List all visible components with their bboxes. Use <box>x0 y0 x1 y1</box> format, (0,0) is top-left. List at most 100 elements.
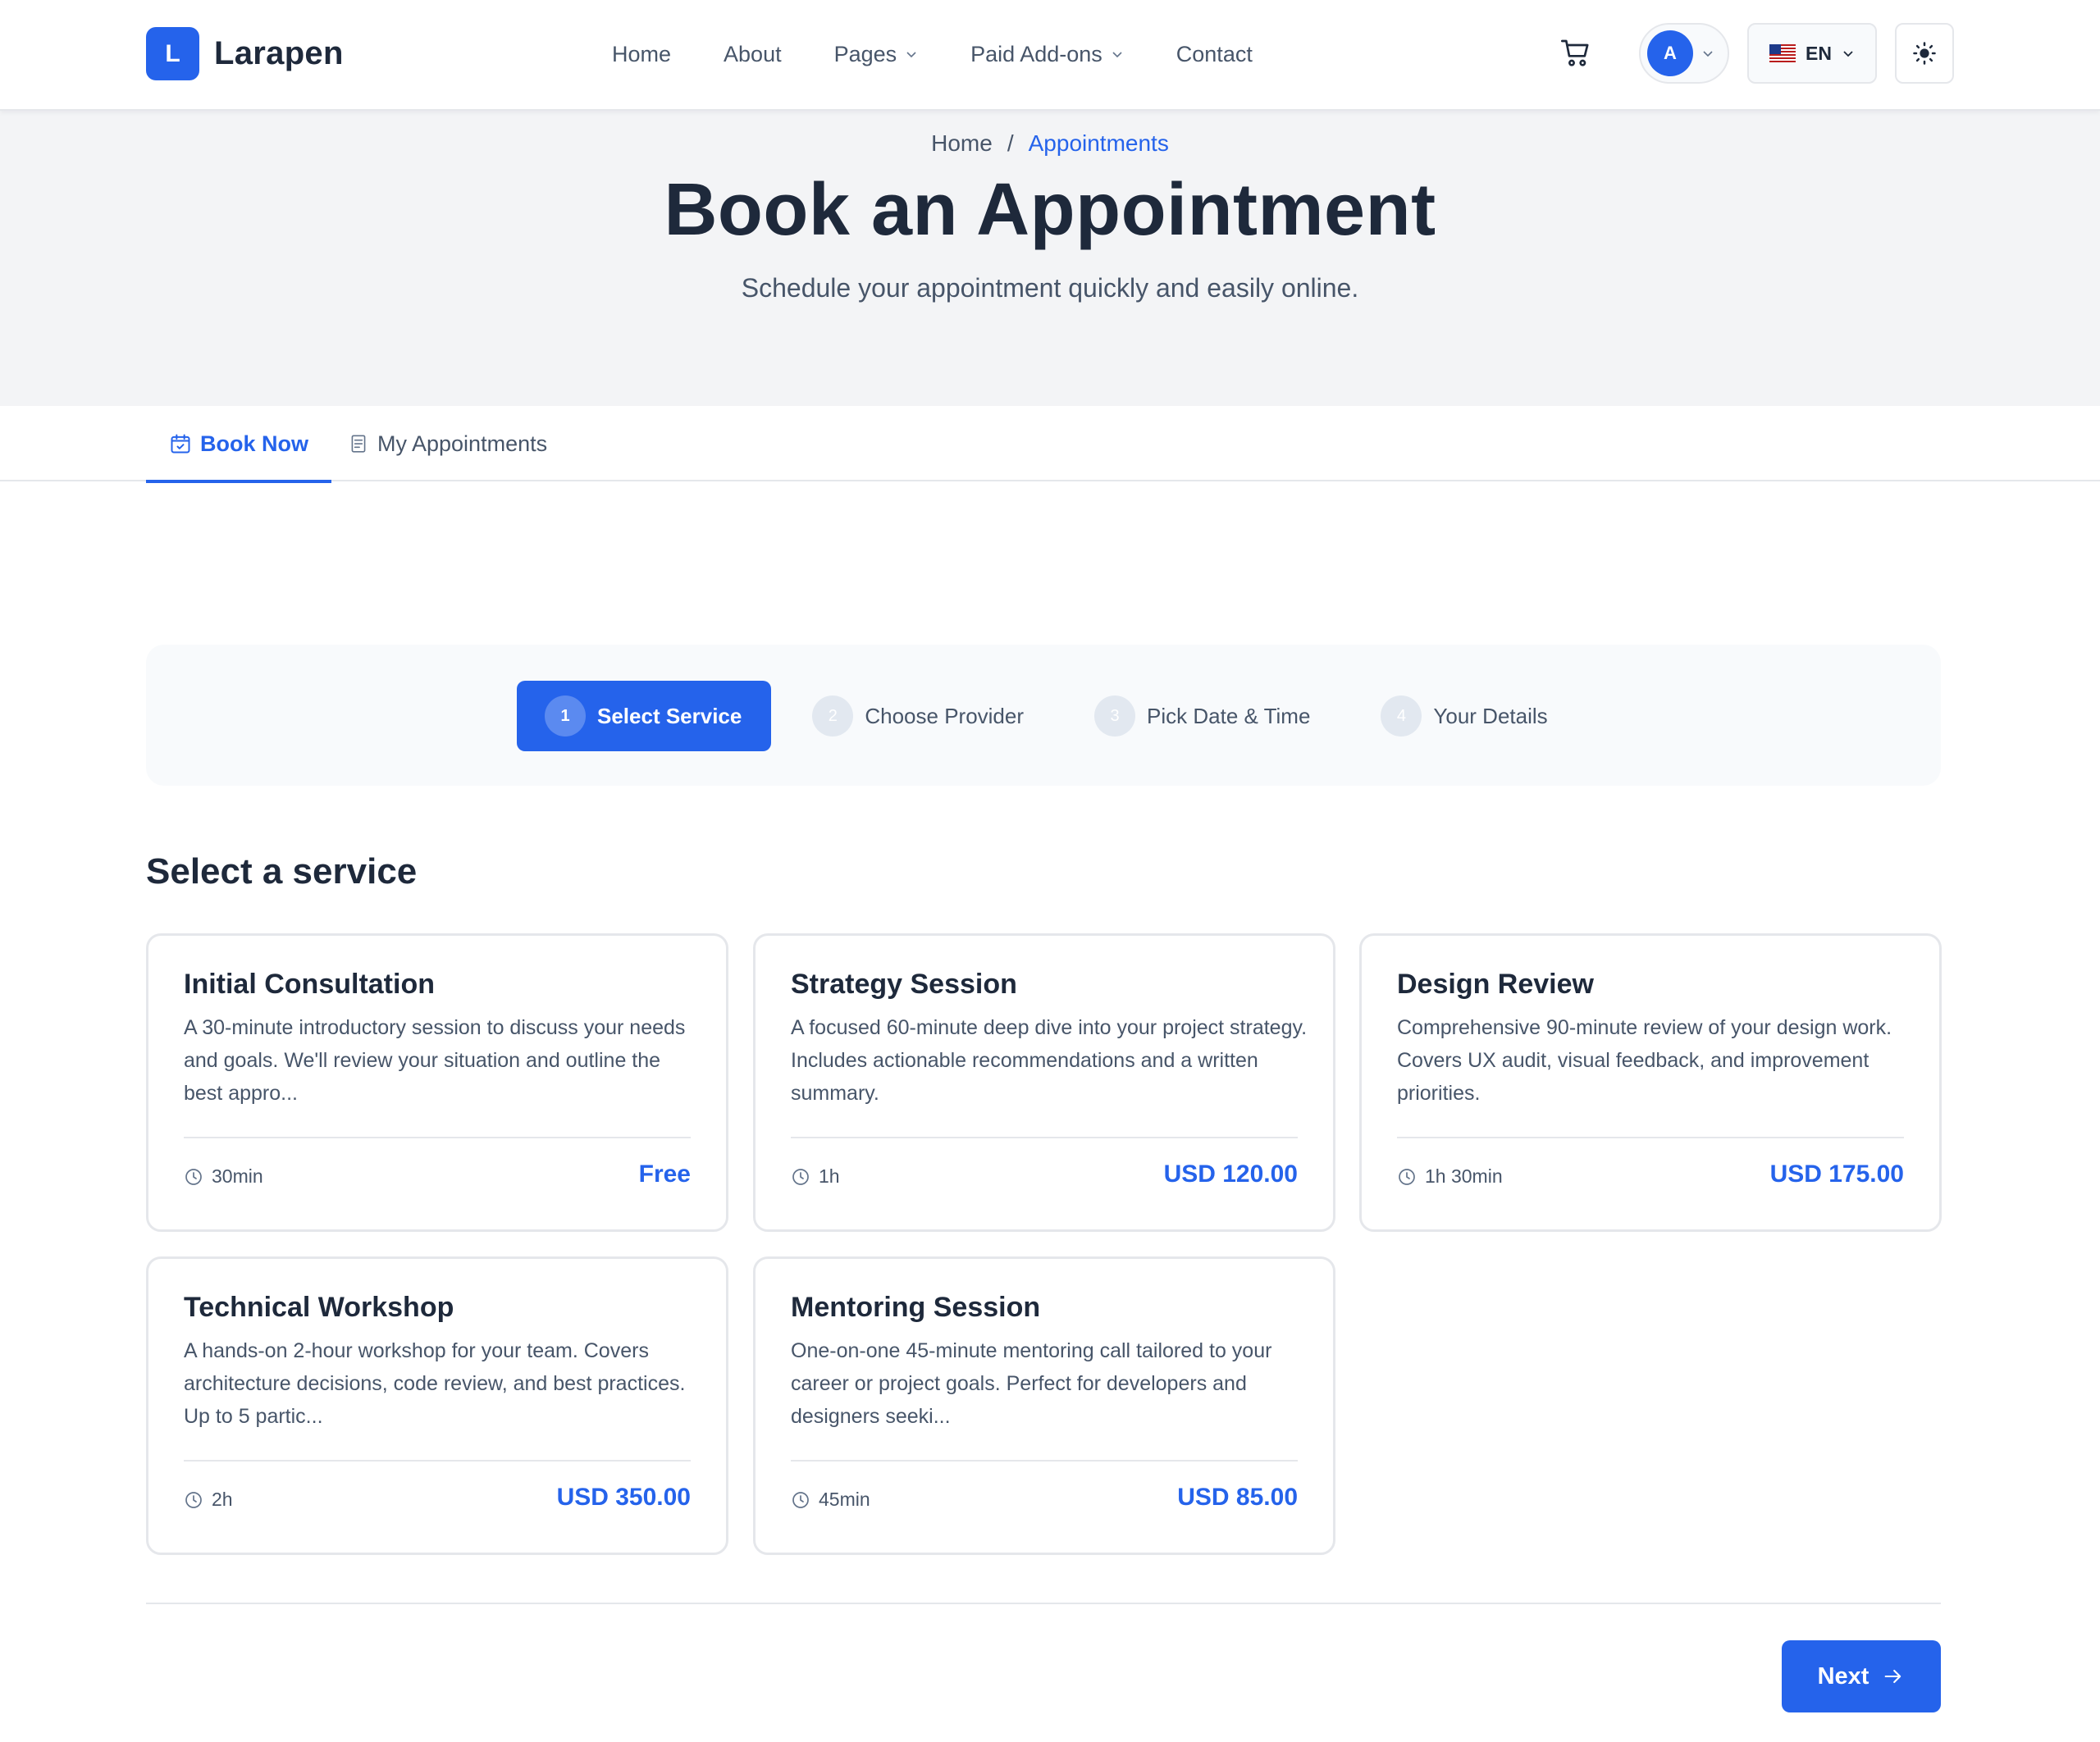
booking-stepper: 1 Select Service 2 Choose Provider 3 Pic… <box>146 645 1941 786</box>
service-duration: 30min <box>184 1165 263 1188</box>
cart-button[interactable] <box>1545 23 1606 84</box>
us-flag-icon <box>1769 44 1796 62</box>
avatar: A <box>1647 30 1693 76</box>
step-choose-provider[interactable]: 2 Choose Provider <box>812 681 1024 751</box>
nav-link-home[interactable]: Home <box>612 42 671 67</box>
document-list-icon <box>351 435 366 453</box>
nav-link-label: Home <box>612 41 672 66</box>
step-label: Your Details <box>1433 703 1548 728</box>
service-card-design-review[interactable]: Design Review Comprehensive 90-minute re… <box>1359 933 1942 1232</box>
nav-link-label: Pages <box>833 41 897 66</box>
nav-link-paid-addons[interactable]: Paid Add-ons <box>970 42 1124 67</box>
brand-mark: L <box>146 27 199 80</box>
nav-link-label: Contact <box>1176 41 1253 66</box>
duration-text: 2h <box>212 1489 233 1510</box>
step-pick-date-time[interactable]: 3 Pick Date & Time <box>1094 681 1310 751</box>
arrow-right-icon <box>1885 1669 1901 1684</box>
clock-icon <box>1399 1168 1415 1185</box>
service-price: USD 350.00 <box>556 1484 691 1511</box>
step-label: Pick Date & Time <box>1147 703 1311 728</box>
breadcrumb-separator: / <box>1007 130 1014 156</box>
tab-my-appointments[interactable]: My Appointments <box>341 406 554 481</box>
service-duration: 2h <box>184 1489 233 1511</box>
service-description: A focused 60-minute deep dive into your … <box>791 1016 1308 1105</box>
clock-icon <box>185 1491 202 1508</box>
tab-label: My Appointments <box>377 431 548 456</box>
tab-label: Book Now <box>200 431 308 456</box>
service-card-strategy-session[interactable]: Strategy Session A focused 60-minute dee… <box>753 933 1335 1232</box>
brand-logo-link[interactable]: L Larapen <box>146 27 344 80</box>
step-select-service[interactable]: 1 Select Service <box>517 681 772 751</box>
nav-link-label: Paid Add-ons <box>970 41 1102 66</box>
card-divider <box>791 1460 1298 1462</box>
next-button[interactable]: Next <box>1782 1640 1941 1712</box>
appointment-tabs: Book Now My Appointments <box>0 406 2100 483</box>
step-number: 1 <box>545 695 586 736</box>
breadcrumb-current: Appointments <box>1028 130 1169 156</box>
cart-icon <box>1561 39 1589 66</box>
service-price: USD 120.00 <box>1163 1161 1298 1188</box>
nav-link-contact[interactable]: Contact <box>1176 42 1253 67</box>
brand-name: Larapen <box>214 35 344 71</box>
service-card-initial-consultation[interactable]: Initial Consultation A 30-minute introdu… <box>146 933 728 1232</box>
section-title: Select a service <box>146 851 418 892</box>
duration-text: 1h 30min <box>1425 1165 1503 1187</box>
card-divider <box>184 1460 691 1462</box>
step-your-details[interactable]: 4 Your Details <box>1381 681 1548 751</box>
service-duration: 1h 30min <box>1397 1165 1503 1188</box>
service-description: A 30-minute introductory session to disc… <box>184 1016 686 1105</box>
service-price: USD 175.00 <box>1769 1161 1904 1188</box>
service-duration: 1h <box>791 1165 840 1188</box>
duration-text: 30min <box>212 1165 263 1187</box>
theme-toggle-button[interactable] <box>1895 23 1954 84</box>
breadcrumb-home-link[interactable]: Home <box>931 130 993 157</box>
clock-icon <box>792 1491 809 1508</box>
service-title: Mentoring Session <box>791 1292 1041 1323</box>
service-description: A hands-on 2-hour workshop for your team… <box>184 1339 686 1428</box>
navbar: L Larapen Home About Pages Paid Add-ons … <box>0 0 2100 111</box>
service-description: Comprehensive 90-minute review of your d… <box>1397 1016 1892 1105</box>
service-description: One-on-one 45-minute mentoring call tail… <box>791 1339 1272 1428</box>
step-number: 3 <box>1094 695 1136 736</box>
tab-book-now[interactable]: Book Now <box>146 406 331 483</box>
calendar-check-icon <box>171 434 190 454</box>
breadcrumb: Home / Appointments <box>0 130 2100 157</box>
nav-link-about[interactable]: About <box>724 42 782 67</box>
chevron-down-icon <box>906 52 916 58</box>
step-number: 2 <box>812 695 854 736</box>
clock-icon <box>792 1168 809 1185</box>
chevron-down-icon <box>1843 51 1853 57</box>
chevron-down-icon <box>1112 52 1122 58</box>
main-nav: Home About Pages Paid Add-ons Contact <box>612 0 1253 108</box>
next-button-label: Next <box>1817 1662 1869 1690</box>
service-price: Free <box>638 1161 691 1188</box>
service-title: Strategy Session <box>791 969 1017 1000</box>
nav-actions: A EN <box>1545 23 1954 84</box>
card-divider <box>184 1137 691 1138</box>
service-title: Initial Consultation <box>184 969 435 1000</box>
duration-text: 45min <box>819 1489 870 1510</box>
step-label: Choose Provider <box>865 703 1025 728</box>
page-header: Home / Appointments Book an Appointment … <box>0 111 2100 406</box>
actions-divider <box>146 1603 1941 1604</box>
nav-link-label: About <box>724 41 782 66</box>
page-subtitle: Schedule your appointment quickly and ea… <box>741 273 1359 303</box>
service-price: USD 85.00 <box>1177 1484 1298 1511</box>
stepper-steps: 1 Select Service 2 Choose Provider 3 Pic… <box>517 681 1548 751</box>
language-code: EN <box>1806 42 1832 64</box>
step-label: Select Service <box>597 703 742 728</box>
user-menu-button[interactable]: A <box>1639 23 1729 84</box>
card-divider <box>1397 1137 1904 1138</box>
chevron-down-icon <box>1703 51 1713 57</box>
page-title: Book an Appointment <box>664 169 1436 251</box>
card-divider <box>791 1137 1298 1138</box>
service-card-mentoring-session[interactable]: Mentoring Session One-on-one 45-minute m… <box>753 1256 1335 1555</box>
service-card-technical-workshop[interactable]: Technical Workshop A hands-on 2-hour wor… <box>146 1256 728 1555</box>
duration-text: 1h <box>819 1165 840 1187</box>
service-duration: 45min <box>791 1489 870 1511</box>
nav-link-pages[interactable]: Pages <box>834 42 919 67</box>
service-title: Design Review <box>1397 969 1594 1000</box>
sun-icon <box>1913 42 1936 65</box>
language-selector[interactable]: EN <box>1747 23 1877 84</box>
service-title: Technical Workshop <box>184 1292 454 1323</box>
